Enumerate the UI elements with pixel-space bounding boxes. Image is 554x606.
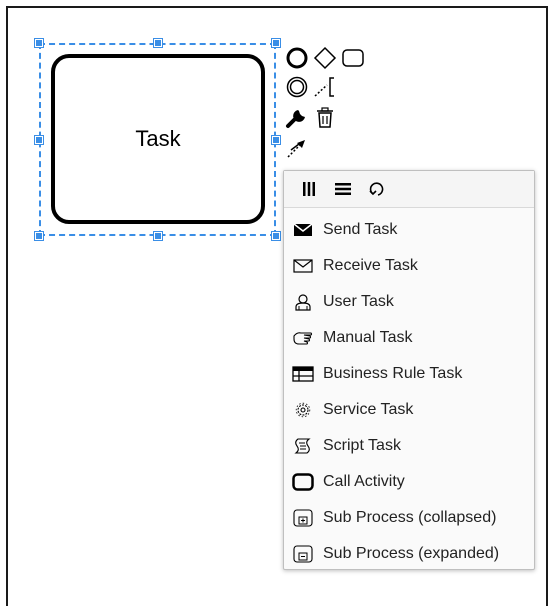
- popup-item-label: Sub Process (collapsed): [323, 509, 497, 526]
- replace-with-receive-task[interactable]: Receive Task: [284, 248, 534, 284]
- connect-arrow-icon: [287, 140, 305, 158]
- resize-handle-bottom[interactable]: [154, 232, 162, 240]
- popup-item-label: Send Task: [323, 221, 398, 238]
- send-task-icon: [291, 220, 315, 240]
- loop-toggle[interactable]: [360, 176, 394, 202]
- resize-handle-top-left[interactable]: [35, 39, 43, 47]
- popup-entry-list: Send Task Receive Task User Task Manual …: [284, 208, 534, 572]
- resize-handle-top[interactable]: [154, 39, 162, 47]
- resize-handle-top-right[interactable]: [272, 39, 280, 47]
- manual-task-icon: [291, 328, 315, 348]
- service-task-icon: [291, 400, 315, 420]
- delete-button[interactable]: [312, 106, 338, 130]
- append-task-button[interactable]: [340, 46, 366, 70]
- intermediate-event-icon: [286, 76, 308, 98]
- popup-header: [284, 171, 534, 208]
- wrench-icon: [286, 110, 305, 128]
- replace-with-send-task[interactable]: Send Task: [284, 212, 534, 248]
- receive-task-icon: [291, 256, 315, 276]
- gateway-icon: [313, 46, 337, 70]
- user-task-icon: [291, 292, 315, 312]
- change-type-button[interactable]: [284, 106, 310, 130]
- subprocess-collapsed-icon: [291, 508, 315, 528]
- popup-item-label: Manual Task: [323, 329, 413, 346]
- task-icon: [342, 49, 364, 67]
- popup-item-label: Call Activity: [323, 473, 405, 490]
- context-pad: [282, 44, 382, 164]
- replace-with-service-task[interactable]: Service Task: [284, 392, 534, 428]
- resize-handle-left[interactable]: [35, 136, 43, 144]
- replace-with-call-activity[interactable]: Call Activity: [284, 464, 534, 500]
- append-intermediate-event-button[interactable]: [284, 75, 310, 99]
- popup-item-label: Receive Task: [323, 257, 418, 274]
- resize-handle-bottom-left[interactable]: [35, 232, 43, 240]
- sequential-multi-instance-toggle[interactable]: [326, 176, 360, 202]
- popup-item-label: Sub Process (expanded): [323, 545, 500, 562]
- replace-with-subprocess-collapsed[interactable]: Sub Process (collapsed): [284, 500, 534, 536]
- connect-button[interactable]: [284, 136, 310, 160]
- append-end-event-button[interactable]: [284, 46, 310, 70]
- append-text-annotation-button[interactable]: [312, 75, 338, 99]
- parallel-multi-instance-toggle[interactable]: [292, 176, 326, 202]
- call-activity-icon: [291, 472, 315, 492]
- popup-item-label: Service Task: [323, 401, 414, 418]
- trash-icon: [317, 107, 333, 128]
- parallel-multi-instance-icon: [303, 182, 315, 196]
- subprocess-expanded-icon: [291, 544, 315, 564]
- popup-item-label: Business Rule Task: [323, 365, 463, 382]
- replace-with-business-rule-task[interactable]: Business Rule Task: [284, 356, 534, 392]
- replace-with-manual-task[interactable]: Manual Task: [284, 320, 534, 356]
- resize-handle-bottom-right[interactable]: [272, 232, 280, 240]
- start-event-icon: [286, 47, 308, 69]
- popup-item-label: Script Task: [323, 437, 401, 454]
- business-rule-task-icon: [291, 364, 315, 384]
- popup-item-label: User Task: [323, 293, 394, 310]
- sequential-multi-instance-icon: [335, 183, 351, 195]
- script-task-icon: [291, 436, 315, 456]
- loop-icon: [369, 182, 384, 196]
- replace-with-user-task[interactable]: User Task: [284, 284, 534, 320]
- task-label: Task: [135, 126, 181, 151]
- text-annotation-icon: [314, 77, 334, 97]
- append-gateway-button[interactable]: [312, 46, 338, 70]
- replace-with-script-task[interactable]: Script Task: [284, 428, 534, 464]
- replace-with-subprocess-expanded[interactable]: Sub Process (expanded): [284, 536, 534, 572]
- task-element[interactable]: Task: [51, 54, 265, 224]
- resize-handle-right[interactable]: [272, 136, 280, 144]
- replace-popup-menu: Send Task Receive Task User Task Manual …: [283, 170, 535, 570]
